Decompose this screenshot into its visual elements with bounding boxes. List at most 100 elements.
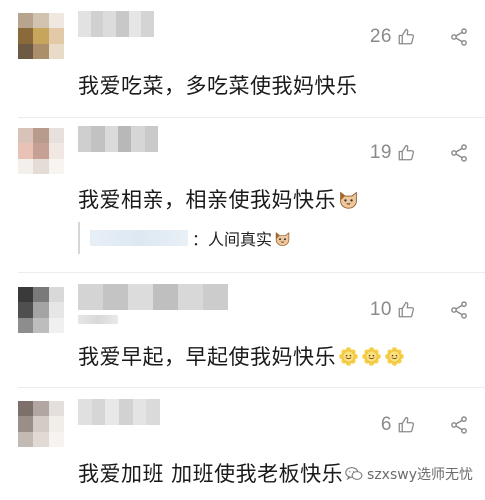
like-count: 6 [380,414,392,435]
thumb-up-icon[interactable] [397,28,415,46]
avatar-pixel [18,143,34,159]
username-pixel [91,399,106,425]
avatar-pixel [18,128,34,144]
share-icon[interactable] [449,27,469,47]
reply-text-content: ：人间真实 [192,230,273,249]
avatar-pixel [18,431,34,447]
avatar-pixel [48,317,64,333]
thumb-up-icon[interactable] [397,301,415,319]
reply-text: ：人间真实 [192,226,291,250]
username-pixel [203,284,228,310]
avatar-pixel [18,317,34,333]
username-blurred[interactable] [78,399,161,425]
username-pixel [117,126,132,152]
avatar-pixel [48,401,64,417]
reply-username-blurred[interactable] [90,230,188,246]
share-icon[interactable] [449,300,469,320]
comment-text: 我爱加班 加班使我老板快乐 [78,458,343,488]
comment-text-content: 我爱加班 加班使我老板快乐 [78,462,344,486]
avatar[interactable] [18,128,64,174]
comment-text: 我爱吃菜，多吃菜使我妈快乐 [78,70,358,100]
avatar-pixel [48,287,64,303]
avatar-pixel [18,302,34,318]
avatar-pixel [48,128,64,144]
reply-quote[interactable]: ：人间真实 [78,222,358,254]
like-count: 19 [369,142,392,163]
cat-face-emoji [275,231,290,246]
username-pixel [105,399,120,425]
like-control[interactable]: 19 [370,141,415,165]
username-pixel [119,399,133,425]
username-blurred[interactable] [78,126,158,152]
avatar-pixel [33,317,49,333]
flower-smile-emoji [339,346,358,366]
avatar-pixel [48,158,64,174]
username-pixel [153,284,178,310]
like-count: 10 [369,299,392,320]
avatar-pixel [33,416,49,432]
avatar-pixel [48,28,64,44]
flower-smile-emoji [362,346,381,366]
username-blurred[interactable] [78,284,228,310]
username-pixel [144,126,158,152]
avatar-pixel [33,158,49,174]
username-pixel [128,11,142,37]
username-blurred[interactable] [78,11,155,37]
avatar-pixel [48,43,64,59]
watermark: szxswy选师无忧 [345,464,473,484]
username-pixel [103,284,128,310]
avatar-pixel [48,302,64,318]
username-pixel [78,399,92,425]
comment-text-content: 我爱吃菜，多吃菜使我妈快乐 [78,74,358,98]
timestamp-blurred [78,315,118,324]
like-control[interactable]: 10 [370,298,415,322]
username-pixel [178,284,203,310]
comment-item: 10 我爱早起，早起使我妈快乐 [0,273,485,393]
avatar-pixel [18,13,34,29]
username-pixel [103,11,117,37]
comment-text-content: 我爱相亲，相亲使我妈快乐 [78,188,336,212]
username-pixel [90,11,104,37]
username-pixel [91,126,105,152]
avatar-pixel [18,401,34,417]
username-pixel [131,126,145,152]
avatar-pixel [48,143,64,159]
share-icon[interactable] [449,415,469,435]
cat-face-emoji [340,191,357,209]
avatar-pixel [48,431,64,447]
avatar[interactable] [18,13,64,59]
share-icon[interactable] [449,143,469,163]
wechat-icon [345,467,363,481]
avatar[interactable] [18,287,64,333]
watermark-text: szxswy选师无忧 [367,467,473,483]
comment-text: 我爱早起，早起使我妈快乐 [78,341,405,371]
thumb-up-icon[interactable] [397,416,415,434]
avatar-pixel [33,28,49,44]
username-pixel [78,284,103,310]
username-pixel [104,126,118,152]
comment-item: 19 我爱相亲，相亲使我妈快乐 ：人间真实 [0,118,485,270]
comment-text-content: 我爱早起，早起使我妈快乐 [78,345,336,369]
avatar-pixel [33,13,49,29]
avatar[interactable] [18,401,64,447]
like-control[interactable]: 26 [370,25,415,49]
like-count: 26 [369,26,392,47]
username-pixel [116,11,129,37]
avatar-pixel [18,158,34,174]
avatar-pixel [33,43,49,59]
thumb-up-icon[interactable] [397,144,415,162]
flower-smile-emoji [385,346,404,366]
avatar-pixel [48,416,64,432]
avatar-pixel [18,287,34,303]
username-pixel [141,11,155,37]
avatar-pixel [33,401,49,417]
avatar-pixel [33,128,49,144]
username-pixel [128,284,153,310]
avatar-pixel [33,287,49,303]
username-pixel [78,126,92,152]
like-control[interactable]: 6 [381,413,415,437]
username-pixel [146,399,161,425]
avatar-pixel [33,302,49,318]
username-pixel [132,399,147,425]
comment-text: 我爱相亲，相亲使我妈快乐 [78,184,359,214]
